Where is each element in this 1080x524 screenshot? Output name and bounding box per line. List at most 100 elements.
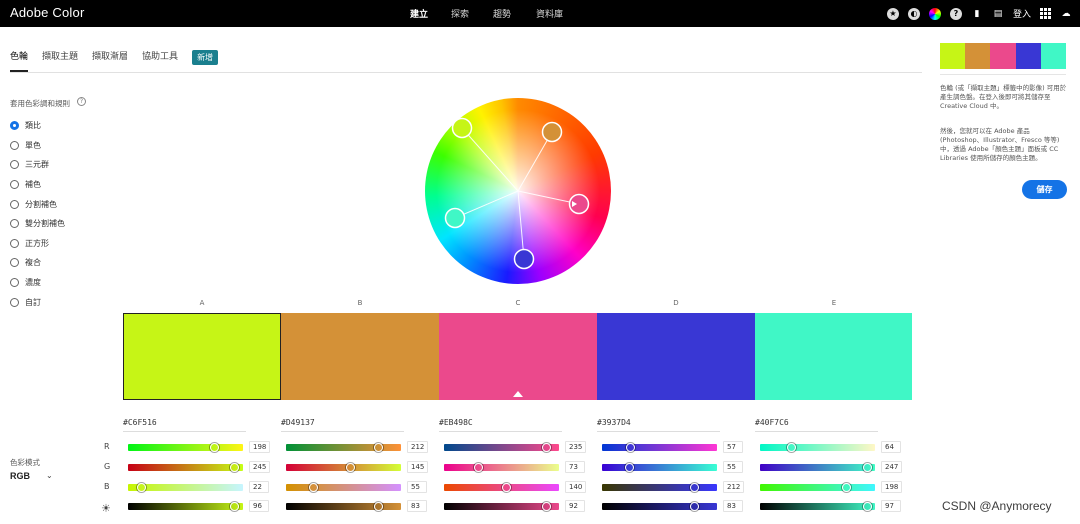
green-value-field[interactable]: 245 bbox=[249, 461, 271, 473]
brightness-value-field[interactable]: 83 bbox=[723, 500, 743, 512]
harmony-rule-9[interactable]: 自訂 bbox=[10, 296, 41, 308]
brightness-slider-thumb[interactable] bbox=[862, 502, 872, 511]
color-swatch-b[interactable] bbox=[281, 313, 439, 400]
nav-trends[interactable]: 趨勢 bbox=[493, 7, 511, 20]
blue-slider-thumb[interactable] bbox=[308, 483, 318, 492]
brightness-slider-thumb[interactable] bbox=[541, 502, 551, 511]
radio-button[interactable] bbox=[10, 238, 19, 248]
harmony-rule-1[interactable]: 單色 bbox=[10, 139, 41, 151]
green-slider-thumb[interactable] bbox=[229, 463, 239, 472]
brightness-slider-thumb[interactable] bbox=[229, 502, 239, 511]
brightness-slider-track[interactable] bbox=[760, 503, 875, 510]
nav-explore[interactable]: 探索 bbox=[451, 7, 469, 20]
brightness-slider-thumb[interactable] bbox=[373, 502, 383, 511]
chevron-down-icon[interactable]: ⌄ bbox=[46, 471, 53, 480]
blue-value-field[interactable]: 212 bbox=[723, 481, 745, 493]
moon-icon[interactable]: ◐ bbox=[907, 7, 920, 20]
red-value-field[interactable]: 64 bbox=[881, 441, 901, 453]
red-slider-thumb[interactable] bbox=[625, 443, 635, 452]
harmony-rule-8[interactable]: 濃度 bbox=[10, 276, 41, 288]
star-icon[interactable]: ★ bbox=[886, 7, 899, 20]
brightness-value-field[interactable]: 92 bbox=[565, 500, 585, 512]
hex-value[interactable]: #D49137 bbox=[281, 418, 315, 427]
tab-color-wheel[interactable]: 色輪 bbox=[10, 48, 29, 72]
color-swatch-a[interactable] bbox=[123, 313, 281, 400]
green-slider-track[interactable] bbox=[128, 464, 243, 471]
blue-slider-track[interactable] bbox=[286, 484, 401, 491]
color-wheel[interactable] bbox=[425, 98, 611, 284]
save-button[interactable]: 儲存 bbox=[1022, 180, 1067, 199]
red-value-field[interactable]: 235 bbox=[565, 441, 587, 453]
radio-button[interactable] bbox=[10, 297, 19, 307]
harmony-rule-5[interactable]: 雙分割補色 bbox=[10, 217, 65, 229]
help-icon[interactable]: ? bbox=[949, 7, 962, 20]
red-slider-track[interactable] bbox=[128, 444, 243, 451]
color-swatch-d[interactable] bbox=[597, 313, 755, 400]
radio-button[interactable] bbox=[10, 179, 19, 189]
harmony-rule-6[interactable]: 正方形 bbox=[10, 237, 49, 249]
nav-create[interactable]: 建立 bbox=[410, 7, 428, 20]
tab-extract-gradient[interactable]: 擷取漸層 bbox=[92, 48, 128, 66]
green-slider-track[interactable] bbox=[444, 464, 559, 471]
brightness-slider-track[interactable] bbox=[286, 503, 401, 510]
green-value-field[interactable]: 247 bbox=[881, 461, 903, 473]
hex-value[interactable]: #40F7C6 bbox=[755, 418, 789, 427]
hex-value[interactable]: #EB498C bbox=[439, 418, 473, 427]
green-value-field[interactable]: 73 bbox=[565, 461, 585, 473]
radio-button[interactable] bbox=[10, 159, 19, 169]
green-value-field[interactable]: 145 bbox=[407, 461, 429, 473]
green-slider-thumb[interactable] bbox=[862, 463, 872, 472]
brightness-value-field[interactable]: 83 bbox=[407, 500, 427, 512]
chat-icon[interactable]: ▤ bbox=[992, 8, 1004, 20]
red-value-field[interactable]: 198 bbox=[249, 441, 271, 453]
red-slider-track[interactable] bbox=[602, 444, 717, 451]
red-value-field[interactable]: 57 bbox=[723, 441, 743, 453]
creative-cloud-icon[interactable]: ☁ bbox=[1060, 8, 1072, 20]
apps-grid-icon[interactable] bbox=[1040, 8, 1051, 19]
red-value-field[interactable]: 212 bbox=[407, 441, 429, 453]
blue-slider-track[interactable] bbox=[760, 484, 875, 491]
blue-slider-track[interactable] bbox=[602, 484, 717, 491]
radio-button[interactable] bbox=[10, 140, 19, 150]
green-value-field[interactable]: 55 bbox=[723, 461, 743, 473]
harmony-rule-0[interactable]: 類比 bbox=[10, 119, 41, 131]
red-slider-track[interactable] bbox=[286, 444, 401, 451]
blue-value-field[interactable]: 22 bbox=[249, 481, 269, 493]
harmony-rule-3[interactable]: 補色 bbox=[10, 178, 41, 190]
brightness-slider-thumb[interactable] bbox=[689, 502, 699, 511]
brightness-slider-track[interactable] bbox=[602, 503, 717, 510]
brightness-value-field[interactable]: 97 bbox=[881, 500, 901, 512]
nav-library[interactable]: 資料庫 bbox=[536, 7, 563, 20]
tab-extract-theme[interactable]: 擷取主題 bbox=[42, 48, 78, 66]
harmony-rule-4[interactable]: 分割補色 bbox=[10, 198, 57, 210]
red-slider-thumb[interactable] bbox=[541, 443, 551, 452]
hex-value[interactable]: #C6F516 bbox=[123, 418, 157, 427]
color-wheel-icon[interactable] bbox=[928, 7, 941, 20]
tab-accessibility[interactable]: 協助工具 bbox=[142, 48, 178, 66]
hex-value[interactable]: #3937D4 bbox=[597, 418, 631, 427]
color-swatch-e[interactable] bbox=[755, 313, 912, 400]
radio-button[interactable] bbox=[10, 257, 19, 267]
harmony-rule-2[interactable]: 三元群 bbox=[10, 158, 49, 170]
radio-button[interactable] bbox=[10, 218, 19, 228]
red-slider-track[interactable] bbox=[760, 444, 875, 451]
alert-icon[interactable]: ▮ bbox=[971, 8, 983, 20]
blue-value-field[interactable]: 140 bbox=[565, 481, 587, 493]
login-link[interactable]: 登入 bbox=[1013, 8, 1031, 20]
radio-button[interactable] bbox=[10, 277, 19, 287]
green-slider-track[interactable] bbox=[286, 464, 401, 471]
radio-button[interactable] bbox=[10, 199, 19, 209]
radio-button[interactable] bbox=[10, 120, 19, 130]
harmony-rule-7[interactable]: 複合 bbox=[10, 256, 41, 268]
green-slider-thumb[interactable] bbox=[624, 463, 634, 472]
green-slider-track[interactable] bbox=[760, 464, 875, 471]
red-slider-thumb[interactable] bbox=[786, 443, 796, 452]
blue-value-field[interactable]: 55 bbox=[407, 481, 427, 493]
color-mode-select[interactable]: RGB bbox=[10, 471, 30, 481]
color-swatch-c[interactable] bbox=[439, 313, 597, 400]
brightness-value-field[interactable]: 96 bbox=[249, 500, 269, 512]
green-slider-track[interactable] bbox=[602, 464, 717, 471]
brightness-slider-track[interactable] bbox=[128, 503, 243, 510]
question-icon[interactable]: ? bbox=[77, 97, 86, 106]
blue-value-field[interactable]: 198 bbox=[881, 481, 903, 493]
